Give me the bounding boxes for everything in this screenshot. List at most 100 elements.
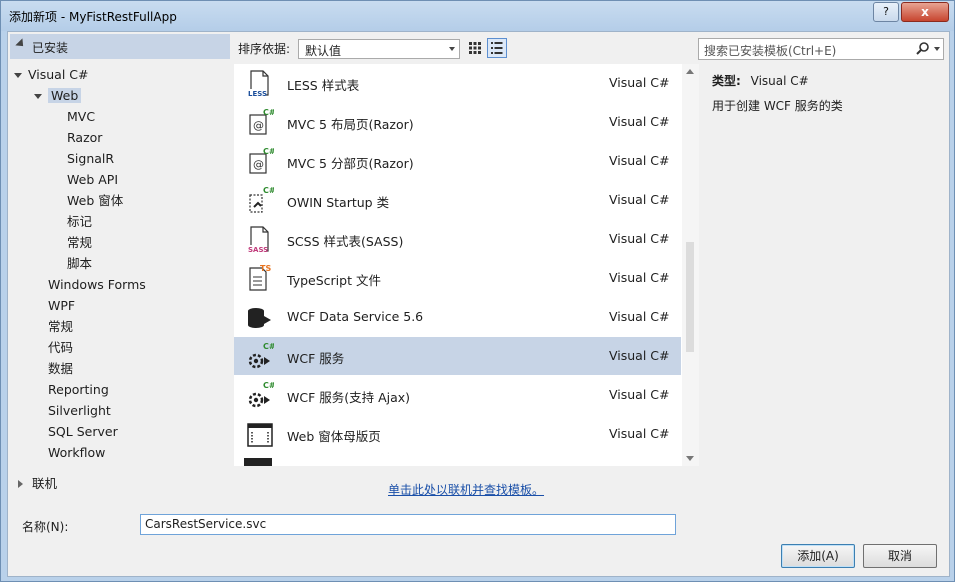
tree-item[interactable]: 脚本 [67, 254, 92, 274]
template-row[interactable]: LESS LESS 样式表 Visual C# [234, 64, 681, 102]
template-name: Web 窗体母版页 [287, 429, 381, 444]
tree-item[interactable]: Reporting [48, 380, 109, 400]
owin-startup-icon: C# [244, 185, 276, 215]
name-field[interactable]: CarsRestService.svc [140, 514, 676, 535]
sort-select[interactable]: 默认值 [298, 39, 460, 59]
template-language: Visual C# [609, 309, 670, 324]
svg-text:@: @ [253, 158, 264, 171]
online-node[interactable]: 联机 [18, 474, 57, 494]
template-row[interactable]: C# OWIN Startup 类 Visual C# [234, 181, 681, 219]
scrollbar-thumb[interactable] [686, 242, 694, 352]
list-view-icon [491, 42, 503, 54]
tree-item[interactable]: SQL Server [48, 422, 118, 442]
tree-item[interactable]: 常规 [67, 233, 92, 253]
master-page-icon [244, 419, 274, 449]
grid-view-button[interactable] [465, 38, 485, 58]
tree-item[interactable]: Razor [67, 128, 102, 148]
template-name: WCF 服务 [287, 351, 345, 366]
search-options-chevron-icon[interactable] [934, 47, 940, 51]
template-type: 类型: Visual C# [712, 72, 809, 89]
tree-item[interactable]: 代码 [48, 338, 73, 358]
scroll-down-arrow-icon[interactable] [686, 456, 694, 461]
expand-arrow-icon[interactable] [34, 94, 42, 99]
tree-item[interactable]: MVC [67, 107, 95, 127]
template-row[interactable]: C# WCF 服务(支持 Ajax) Visual C# [234, 376, 681, 414]
template-list-scrollbar[interactable] [682, 64, 699, 466]
template-name: MVC 5 布局页(Razor) [287, 117, 414, 132]
template-language: Visual C# [609, 231, 670, 246]
tree-item[interactable]: Visual C# [14, 65, 89, 85]
template-language: Visual C# [609, 387, 670, 402]
tree-item-label: Web API [67, 172, 119, 187]
tree-item-label: 常规 [67, 235, 93, 250]
svg-text:C#: C# [263, 108, 274, 117]
tree-item[interactable]: WPF [48, 296, 75, 316]
expand-right-arrow-icon[interactable] [18, 480, 23, 488]
template-row[interactable]: SASS SCSS 样式表(SASS) Visual C# [234, 220, 681, 258]
sort-select-value: 默认值 [305, 44, 342, 58]
template-row[interactable]: WCF Data Service 5.6 Visual C# [234, 298, 681, 336]
tree-item[interactable]: 数据 [48, 359, 73, 379]
type-label: 类型: [712, 74, 741, 88]
template-name: SCSS 样式表(SASS) [287, 234, 404, 249]
tree-item[interactable]: Web [34, 86, 82, 106]
list-view-button[interactable] [487, 38, 507, 58]
scroll-up-arrow-icon[interactable] [686, 69, 694, 74]
tree-item[interactable]: Web API [67, 170, 118, 190]
template-name: MVC 5 分部页(Razor) [287, 156, 414, 171]
template-name: WCF 服务(支持 Ajax) [287, 390, 411, 405]
template-row[interactable]: TS TypeScript 文件 Visual C# [234, 259, 681, 297]
search-placeholder: 搜索已安装模板(Ctrl+E) [704, 44, 837, 58]
search-input[interactable]: 搜索已安装模板(Ctrl+E) [698, 38, 944, 60]
template-language: Visual C# [609, 426, 670, 441]
tree-item-label: SQL Server [48, 424, 118, 439]
less-file-icon: LESS [244, 68, 274, 98]
tree-item-label: 数据 [48, 361, 74, 376]
installed-header[interactable]: 已安装 [10, 34, 230, 59]
template-row[interactable]: @ C# MVC 5 布局页(Razor) Visual C# [234, 103, 681, 141]
expand-arrow-icon[interactable] [14, 73, 22, 78]
tree-item[interactable]: Windows Forms [48, 275, 146, 295]
cancel-button[interactable]: 取消 [863, 544, 937, 568]
search-icon[interactable] [915, 41, 931, 57]
tree-item[interactable]: Silverlight [48, 401, 111, 421]
installed-label: 已安装 [32, 41, 69, 55]
tree-item-label: WPF [48, 298, 76, 313]
svg-text:TS: TS [260, 264, 271, 273]
razor-layout-icon: @ C# [244, 107, 276, 137]
template-name: LESS 样式表 [287, 78, 360, 93]
window-title: 添加新项 - MyFistRestFullApp [9, 10, 177, 24]
template-row[interactable]: @ C# MVC 5 分部页(Razor) Visual C# [234, 142, 681, 180]
add-new-item-dialog: 添加新项 - MyFistRestFullApp ? x 已安装 Visual … [0, 0, 955, 582]
add-button[interactable]: 添加(A) [781, 544, 855, 568]
tree-item-label: Reporting [48, 382, 109, 397]
template-language: Visual C# [609, 270, 670, 285]
tree-item[interactable]: 常规 [48, 317, 73, 337]
help-button[interactable]: ? [873, 2, 899, 22]
template-row[interactable]: Web 窗体母版页 Visual C# [234, 415, 681, 453]
tree-item-label: Visual C# [28, 67, 89, 82]
title-bar: 添加新项 - MyFistRestFullApp ? x [1, 1, 954, 31]
tree-item[interactable]: 标记 [67, 212, 92, 232]
tree-item[interactable]: Workflow [48, 443, 105, 463]
collapse-arrow-icon [15, 38, 27, 50]
tree-item-label: SignalR [67, 151, 115, 166]
template-list: LESS LESS 样式表 Visual C# @ C# MVC 5 布局页(Razor)… [234, 64, 699, 466]
template-row[interactable]: C# WCF 服务 Visual C# [234, 337, 681, 375]
tree-item-label: Silverlight [48, 403, 111, 418]
tree-item-label: Windows Forms [48, 277, 146, 292]
template-name: TypeScript 文件 [287, 273, 381, 288]
svg-text:LESS: LESS [248, 90, 267, 98]
typescript-file-icon: TS [244, 263, 274, 293]
svg-text:C#: C# [263, 381, 274, 390]
sass-file-icon: SASS [244, 224, 274, 254]
template-language: Visual C# [609, 75, 670, 90]
grid-view-icon [469, 42, 481, 54]
tree-item-label: Workflow [48, 445, 106, 460]
close-button[interactable]: x [901, 2, 949, 22]
template-name: WCF Data Service 5.6 [287, 309, 424, 324]
find-templates-online-link[interactable]: 单击此处以联机并查找模板。 [388, 481, 544, 498]
tree-item[interactable]: SignalR [67, 149, 114, 169]
tree-item[interactable]: Web 窗体 [67, 191, 123, 211]
dialog-body: 已安装 Visual C# Web MVC Razor SignalR Web API We… [7, 31, 950, 577]
